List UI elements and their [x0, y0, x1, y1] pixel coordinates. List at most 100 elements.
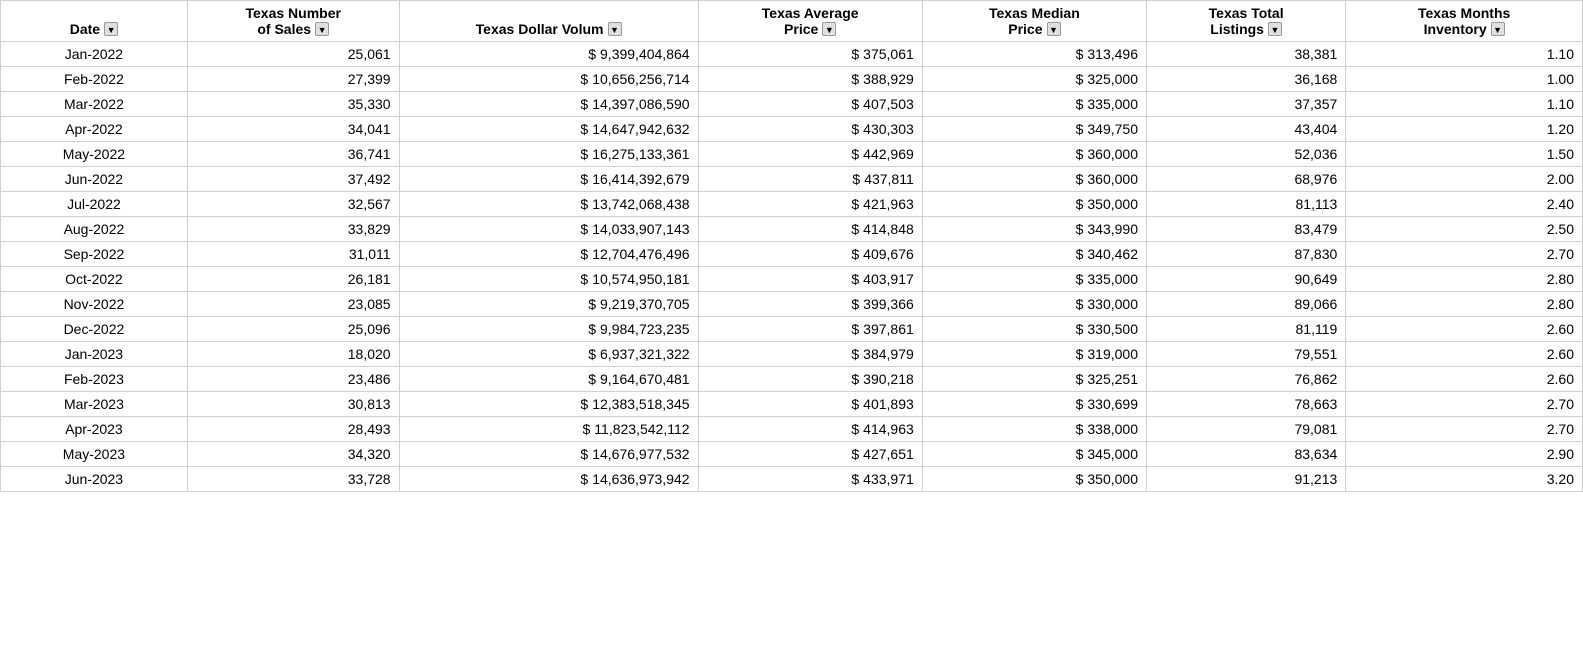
dollar-volume-cell: $14,397,086,590: [399, 92, 698, 117]
dollar-sign-icon: $: [1076, 196, 1084, 212]
dollar-sign-icon: $: [1076, 471, 1084, 487]
months-cell: 1.50: [1346, 142, 1583, 167]
months-cell: 2.80: [1346, 267, 1583, 292]
number-cell: 25,096: [187, 317, 399, 342]
dollar-sign-icon: $: [1076, 121, 1084, 137]
dollar-volume-cell: $14,647,942,632: [399, 117, 698, 142]
number-cell: 27,399: [187, 67, 399, 92]
listings-cell: 89,066: [1146, 292, 1345, 317]
number-cell: 30,813: [187, 392, 399, 417]
dollar-volume-cell: $16,275,133,361: [399, 142, 698, 167]
dollar-volume-cell: $9,219,370,705: [399, 292, 698, 317]
months-cell: 1.10: [1346, 92, 1583, 117]
dollar-sign-icon: $: [1076, 346, 1084, 362]
dollar-sign-icon: $: [1076, 46, 1084, 62]
months-cell: 2.80: [1346, 292, 1583, 317]
dollar-sign-icon: $: [851, 296, 859, 312]
avg-price-cell: $433,971: [698, 467, 922, 492]
dollar-sign-icon: $: [1076, 71, 1084, 87]
listings-cell: 78,663: [1146, 392, 1345, 417]
dollar-sign-icon: $: [580, 146, 588, 162]
th-months-inventory: Texas Months Inventory ▼: [1346, 1, 1583, 42]
avg-price-cell: $399,366: [698, 292, 922, 317]
date-cell: Jan-2022: [1, 42, 188, 67]
median-price-cell: $343,990: [922, 217, 1146, 242]
listings-cell: 91,213: [1146, 467, 1345, 492]
th-dollar-volume: Texas Dollar Volum ▼: [399, 1, 698, 42]
dollar-sign-icon: $: [851, 346, 859, 362]
table-row: Feb-202227,399$10,656,256,714$388,929$32…: [1, 67, 1583, 92]
median-dropdown-icon[interactable]: ▼: [1047, 22, 1061, 36]
dollar-sign-icon: $: [1076, 221, 1084, 237]
dollar-sign-icon: $: [851, 471, 859, 487]
median-price-cell: $338,000: [922, 417, 1146, 442]
median-price-cell: $335,000: [922, 267, 1146, 292]
number-cell: 23,085: [187, 292, 399, 317]
months-cell: 2.70: [1346, 392, 1583, 417]
dollar-sign-icon: $: [1076, 171, 1084, 187]
table-row: Oct-202226,181$10,574,950,181$403,917$33…: [1, 267, 1583, 292]
avg-price-cell: $390,218: [698, 367, 922, 392]
listings-cell: 43,404: [1146, 117, 1345, 142]
dollar-volume-cell: $16,414,392,679: [399, 167, 698, 192]
dollar-sign-icon: $: [580, 446, 588, 462]
dollar-sign-icon: $: [1076, 271, 1084, 287]
number-cell: 34,041: [187, 117, 399, 142]
dollar-sign-icon: $: [583, 421, 591, 437]
dollar-sign-icon: $: [588, 371, 596, 387]
number-cell: 36,741: [187, 142, 399, 167]
number-cell: 33,728: [187, 467, 399, 492]
dollar-volume-cell: $9,399,404,864: [399, 42, 698, 67]
dollar-dropdown-icon[interactable]: ▼: [608, 22, 622, 36]
dollar-sign-icon: $: [1076, 396, 1084, 412]
avg-price-cell: $442,969: [698, 142, 922, 167]
date-cell: Oct-2022: [1, 267, 188, 292]
total-dropdown-icon[interactable]: ▼: [1268, 22, 1282, 36]
header-row-top: Date ▼ Texas Number of Sales ▼ Texas Dol…: [1, 1, 1583, 42]
median-price-cell: $335,000: [922, 92, 1146, 117]
dollar-volume-cell: $9,984,723,235: [399, 317, 698, 342]
dollar-sign-icon: $: [580, 396, 588, 412]
main-table-container: Date ▼ Texas Number of Sales ▼ Texas Dol…: [0, 0, 1583, 492]
months-bottom-label: Inventory: [1424, 21, 1487, 37]
number-cell: 28,493: [187, 417, 399, 442]
table-row: Jan-202225,061$9,399,404,864$375,061$313…: [1, 42, 1583, 67]
avg-price-cell: $388,929: [698, 67, 922, 92]
listings-cell: 79,081: [1146, 417, 1345, 442]
avg-bottom-label: Price: [784, 21, 818, 37]
date-label: Date: [70, 21, 100, 37]
date-filter-icon[interactable]: ▼: [104, 22, 118, 36]
number-dropdown-icon[interactable]: ▼: [315, 22, 329, 36]
months-cell: 2.60: [1346, 342, 1583, 367]
listings-cell: 81,119: [1146, 317, 1345, 342]
date-cell: Jun-2023: [1, 467, 188, 492]
avg-price-cell: $427,651: [698, 442, 922, 467]
listings-cell: 38,381: [1146, 42, 1345, 67]
dollar-sign-icon: $: [1076, 296, 1084, 312]
listings-cell: 90,649: [1146, 267, 1345, 292]
number-cell: 37,492: [187, 167, 399, 192]
dollar-volume-cell: $11,823,542,112: [399, 417, 698, 442]
dollar-volume-cell: $14,033,907,143: [399, 217, 698, 242]
th-total-listings: Texas Total Listings ▼: [1146, 1, 1345, 42]
dollar-sign-icon: $: [1076, 96, 1084, 112]
table-row: Dec-202225,096$9,984,723,235$397,861$330…: [1, 317, 1583, 342]
avg-dropdown-icon[interactable]: ▼: [822, 22, 836, 36]
avg-price-cell: $437,811: [698, 167, 922, 192]
number-cell: 31,011: [187, 242, 399, 267]
date-cell: Feb-2022: [1, 67, 188, 92]
number-top-label: Texas Number: [196, 5, 391, 21]
listings-cell: 87,830: [1146, 242, 1345, 267]
months-cell: 1.00: [1346, 67, 1583, 92]
dollar-sign-icon: $: [851, 146, 859, 162]
th-date: Date ▼: [1, 1, 188, 42]
avg-price-cell: $409,676: [698, 242, 922, 267]
months-top-label: Texas Months: [1354, 5, 1574, 21]
months-dropdown-icon[interactable]: ▼: [1491, 22, 1505, 36]
dollar-top-label: [408, 5, 690, 21]
median-price-cell: $350,000: [922, 192, 1146, 217]
th-number-of-sales: Texas Number of Sales ▼: [187, 1, 399, 42]
dollar-volume-cell: $14,676,977,532: [399, 442, 698, 467]
dollar-sign-icon: $: [588, 46, 596, 62]
number-cell: 32,567: [187, 192, 399, 217]
